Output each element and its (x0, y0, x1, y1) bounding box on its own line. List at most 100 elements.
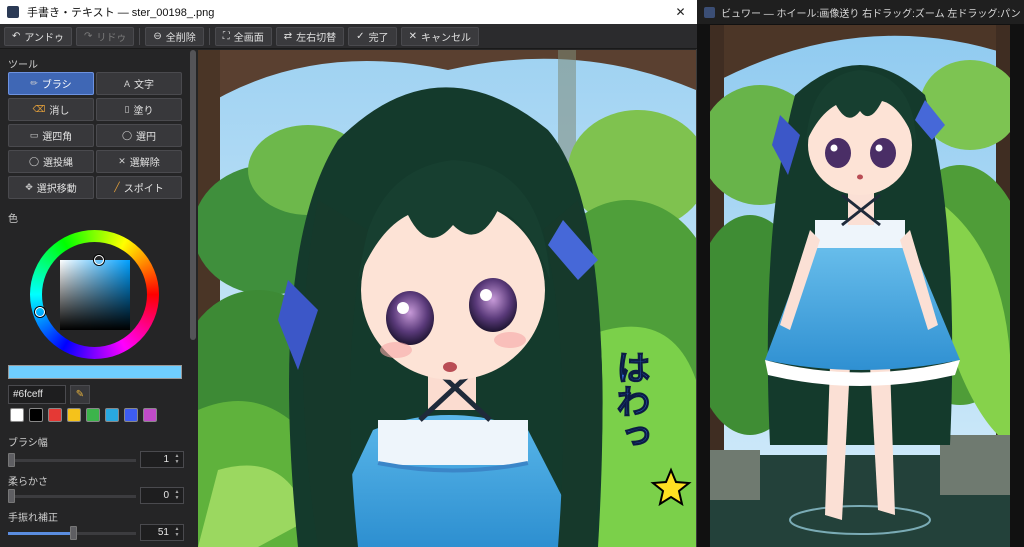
swap-lr-label: 左右切替 (296, 32, 337, 44)
redo-label: リドゥ (96, 32, 127, 44)
viewer-window: ビュワー — ホイール:画像送り 右ドラッグ:ズーム 左ドラッグ:パン 中ボタン… (697, 0, 1024, 547)
color-swatch[interactable] (67, 408, 81, 422)
done-button[interactable]: ✓ 完了 (348, 26, 397, 46)
toolbar-separator (208, 27, 210, 45)
stabilizer-slider-row: 51 ▲ ▼ (8, 523, 190, 543)
tool-eyedropper-button[interactable]: ╱ スポイト (96, 176, 182, 199)
tool-rect-select-button[interactable]: ▭ 選四角 (8, 124, 94, 147)
brush-icon: ✏ (30, 78, 38, 88)
tool-grid: ✏ ブラシ A 文字 ⌫ 消し ▯ 塗り ▭ 選四角 ◯ 選円 ◯ 選投縄 ✕ … (8, 72, 182, 199)
tool-label: ブラシ (41, 80, 72, 91)
cancel-label: キャンセル (420, 32, 471, 44)
close-icon: ✕ (408, 30, 417, 42)
viewer-illustration (710, 25, 1010, 547)
tool-lasso-button[interactable]: ◯ 選投縄 (8, 150, 94, 173)
softness-spinbox[interactable]: 0 ▲ ▼ (140, 487, 184, 504)
image-viewer[interactable] (710, 25, 1010, 547)
hex-color-input[interactable]: #6fceff (8, 385, 66, 404)
swap-lr-button[interactable]: ⇄ 左右切替 (275, 26, 345, 46)
tool-label: 選解除 (129, 158, 160, 169)
brush-width-slider-row: 1 ▲ ▼ (8, 450, 190, 470)
tool-label: 選四角 (42, 132, 73, 143)
stabilizer-spinbox[interactable]: 51 ▲ ▼ (140, 524, 184, 541)
clear-all-button[interactable]: ⊖ 全削除 (145, 26, 204, 46)
hue-handle[interactable] (35, 307, 45, 317)
color-swatch[interactable] (29, 408, 43, 422)
undo-label: アンドゥ (24, 32, 64, 44)
tool-panel: ツール ✏ ブラシ A 文字 ⌫ 消し ▯ 塗り ▭ 選四角 ◯ 選円 ◯ 選投… (0, 50, 198, 547)
clear-all-label: 全削除 (165, 32, 196, 44)
tool-brush-button[interactable]: ✏ ブラシ (8, 72, 94, 95)
tool-label: スポイト (123, 184, 164, 195)
softness-slider-row: 0 ▲ ▼ (8, 486, 190, 506)
fill-icon: ▯ (124, 104, 130, 114)
saturation-value-square[interactable] (60, 260, 130, 330)
fullscreen-button[interactable]: ⛶ 全画面 (214, 26, 272, 46)
undo-button[interactable]: ↶ アンドゥ (4, 26, 72, 46)
color-swatches (10, 408, 157, 422)
spin-arrows-icon[interactable]: ▲ ▼ (172, 453, 182, 466)
color-swatch[interactable] (86, 408, 100, 422)
done-label: 完了 (368, 32, 389, 44)
tool-label: 文字 (134, 80, 154, 91)
redo-button[interactable]: ↷ リドゥ (76, 26, 135, 46)
deselect-icon: ✕ (118, 156, 126, 166)
fullscreen-icon: ⛶ (222, 30, 230, 42)
eyedropper-icon: ✎ (75, 389, 85, 400)
spin-arrows-icon[interactable]: ▲ ▼ (172, 489, 182, 502)
tool-text-button[interactable]: A 文字 (96, 72, 182, 95)
tool-ellipse-select-button[interactable]: ◯ 選円 (96, 124, 182, 147)
tool-deselect-button[interactable]: ✕ 選解除 (96, 150, 182, 173)
clear-icon: ⊖ (153, 30, 162, 42)
lasso-icon: ◯ (28, 156, 40, 166)
softness-track[interactable] (8, 495, 136, 498)
tool-label: 選択移動 (36, 184, 77, 195)
move-icon: ✥ (25, 182, 33, 192)
color-swatch[interactable] (10, 408, 24, 422)
rect-select-icon: ▭ (29, 130, 39, 140)
tool-eraser-button[interactable]: ⌫ 消し (8, 98, 94, 121)
panel-scrollbar[interactable] (190, 50, 196, 340)
stabilizer-value: 51 (157, 527, 169, 538)
color-wheel[interactable] (30, 230, 159, 359)
window-title: 手書き・テキスト — ster_00198_.png (27, 7, 215, 19)
tool-move-button[interactable]: ✥ 選択移動 (8, 176, 94, 199)
ellipse-select-icon: ◯ (121, 130, 133, 140)
cancel-button[interactable]: ✕ キャンセル (400, 26, 479, 46)
color-swatch[interactable] (143, 408, 157, 422)
brush-width-value: 1 (163, 454, 169, 465)
stabilizer-fill (8, 532, 73, 535)
drawing-canvas[interactable]: はわっ (198, 50, 696, 547)
brush-width-spinbox[interactable]: 1 ▲ ▼ (140, 451, 184, 468)
eyedropper-icon: ╱ (114, 182, 120, 192)
color-swatch[interactable] (124, 408, 138, 422)
brush-width-label: ブラシ幅 (8, 438, 48, 449)
sv-handle[interactable] (94, 255, 104, 265)
editor-titlebar[interactable]: 手書き・テキスト — ster_00198_.png ✕ (0, 0, 697, 24)
canvas-handwritten-text: はわっ (610, 350, 650, 452)
viewer-titlebar[interactable]: ビュワー — ホイール:画像送り 右ドラッグ:ズーム 左ドラッグ:パン 中ボタン… (697, 0, 1024, 24)
close-icon[interactable]: ✕ (664, 0, 697, 24)
app-icon (7, 6, 19, 18)
editor-window: 手書き・テキスト — ster_00198_.png ✕ ↶ アンドゥ ↷ リド… (0, 0, 697, 547)
swap-icon: ⇄ (283, 30, 293, 42)
app-icon (704, 6, 715, 18)
undo-icon: ↶ (12, 30, 21, 42)
tool-fill-button[interactable]: ▯ 塗り (96, 98, 182, 121)
stabilizer-label: 手振れ補正 (8, 513, 58, 524)
check-icon: ✓ (356, 30, 365, 42)
softness-thumb[interactable] (8, 489, 15, 503)
canvas-illustration: はわっ (198, 50, 696, 547)
brush-width-thumb[interactable] (8, 453, 15, 467)
text-icon: A (123, 78, 130, 89)
color-swatch[interactable] (105, 408, 119, 422)
screen-eyedropper-button[interactable]: ✎ (70, 385, 90, 404)
color-swatch[interactable] (48, 408, 62, 422)
stabilizer-thumb[interactable] (70, 526, 77, 540)
spin-arrows-icon[interactable]: ▲ ▼ (172, 526, 182, 539)
tool-label: 選円 (136, 132, 157, 143)
brush-width-track[interactable] (8, 459, 136, 462)
editor-toolbar: ↶ アンドゥ ↷ リドゥ ⊖ 全削除 ⛶ 全画面 ⇄ 左右切替 ✓ 完了 ✕ キ… (0, 24, 697, 49)
eraser-icon: ⌫ (32, 104, 46, 114)
tool-label: 塗り (133, 106, 154, 117)
